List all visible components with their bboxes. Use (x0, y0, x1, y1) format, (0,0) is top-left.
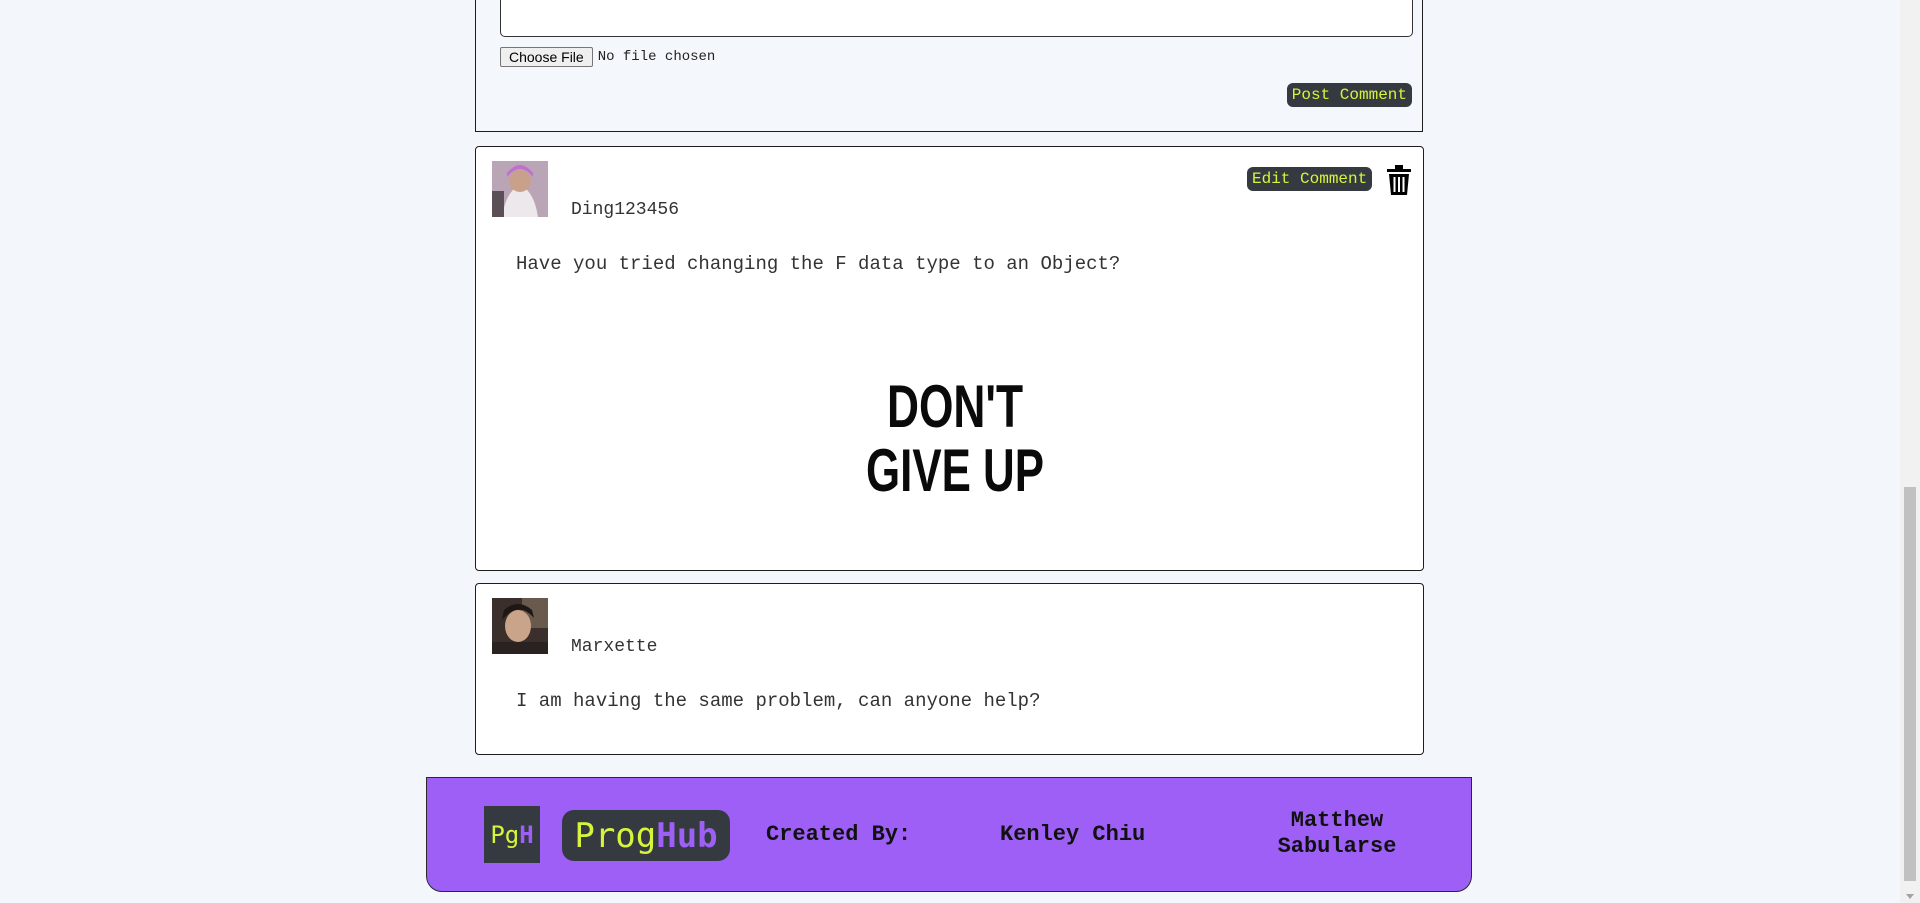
image-text-line: GIVE UP (866, 437, 1044, 495)
comment-username: Ding123456 (571, 200, 680, 220)
logo-text: Pg (490, 820, 520, 849)
post-comment-button[interactable]: Post Comment (1286, 83, 1412, 107)
logo-text: Prog (574, 815, 657, 856)
proghub-logo[interactable]: Prog Hub (562, 810, 730, 861)
file-status: No file chosen (597, 49, 716, 65)
choose-file-button[interactable]: Choose File (500, 47, 593, 67)
created-by-label: Created By: (766, 822, 912, 847)
comment-card: Marxette I am having the same problem, c… (475, 583, 1424, 755)
author-name: Matthew Sabularse (1277, 808, 1397, 859)
user-avatar (492, 161, 548, 217)
scrollbar-thumb[interactable] (1904, 487, 1916, 881)
image-text-line: DON'T (887, 373, 1023, 440)
comment-text: I am having the same problem, can anyone… (516, 690, 1041, 712)
trash-icon[interactable] (1386, 165, 1412, 195)
proghub-logo-short[interactable]: Pg H (484, 806, 540, 863)
user-avatar (492, 598, 548, 654)
comment-image: DON'T GIVE UP (866, 373, 1044, 495)
edit-comment-button[interactable]: Edit Comment (1247, 167, 1373, 191)
footer: Pg H Prog Hub Created By: Kenley Chiu Matt… (426, 777, 1472, 892)
author-name: Kenley Chiu (1000, 822, 1146, 847)
comment-username: Marxette (571, 637, 658, 657)
comment-textarea[interactable] (500, 0, 1413, 37)
file-upload: Choose File No file chosen (500, 47, 715, 67)
logo-text: H (519, 820, 534, 849)
comment-form: Choose File No file chosen Post Comment (475, 0, 1423, 132)
logo-text: Hub (656, 815, 718, 856)
comment-card: Ding123456 Edit Comment Have you tried c… (475, 146, 1424, 571)
scroll-down-arrow-icon[interactable] (1906, 894, 1914, 899)
comment-text: Have you tried changing the F data type … (516, 253, 1121, 275)
page-scrollbar[interactable] (1900, 0, 1920, 903)
